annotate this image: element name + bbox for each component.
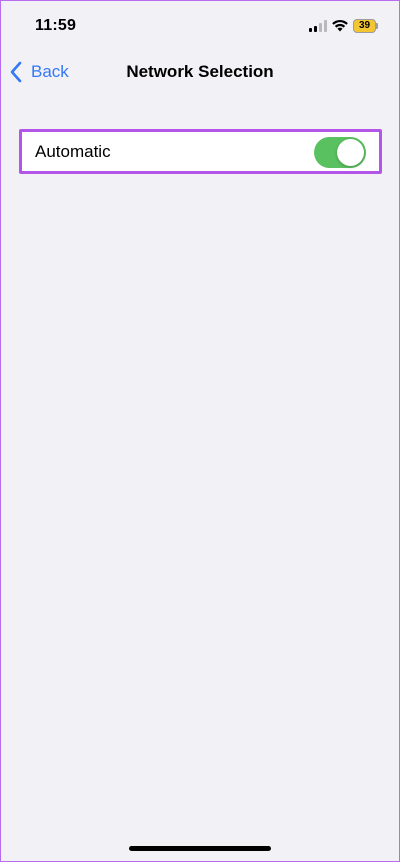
automatic-label: Automatic [35,142,111,161]
automatic-toggle[interactable] [314,137,366,168]
cell-signal-icon [309,20,327,32]
battery-cap [376,23,378,29]
battery-level: 39 [358,20,371,31]
back-label: Back [31,62,69,81]
status-bar: 11:59 39 [0,0,400,52]
wifi-icon [332,19,348,32]
back-button[interactable]: Back [9,60,69,84]
status-time: 11:59 [35,17,77,34]
toggle-knob [337,139,364,166]
navigation-bar: Network Selection Back [0,52,400,92]
automatic-setting-row: Automatic [19,129,382,174]
chevron-left-icon [10,61,22,83]
battery-icon: 39 [353,19,379,33]
home-indicator[interactable] [129,846,271,851]
